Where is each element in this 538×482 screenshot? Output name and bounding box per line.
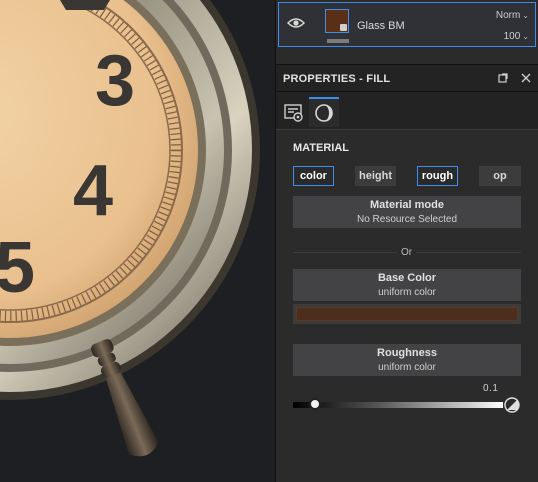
layer-row[interactable]: Glass BM Norm ⌄ 100 ⌄ <box>278 2 536 47</box>
close-icon[interactable] <box>518 70 534 86</box>
roughness-slider-track <box>293 402 503 408</box>
channel-color-button[interactable]: color <box>293 166 334 186</box>
settings-list-icon <box>284 104 303 122</box>
3d-viewport[interactable]: 3 4 5 <box>0 0 275 482</box>
roughness-slider-handle[interactable] <box>308 398 321 410</box>
chevron-down-icon: ⌄ <box>522 32 529 41</box>
opacity-value: 100 <box>503 31 521 42</box>
roughness-title: Roughness <box>377 347 437 359</box>
right-panel: Glass BM Norm⌄ 100⌄ PROPERTIES - FILL <box>275 0 538 482</box>
channel-height-button[interactable]: height <box>355 166 396 186</box>
layer-mask-bar <box>327 39 349 43</box>
blend-mode-value: Norm <box>495 10 521 21</box>
base-color-title: Base Color <box>377 272 437 284</box>
base-color-swatch[interactable] <box>293 304 521 324</box>
roughness-subtitle: uniform color <box>378 362 436 373</box>
material-mode-title: Material mode <box>370 199 444 211</box>
clock-render: 3 4 5 <box>0 0 260 457</box>
reset-value-icon[interactable] <box>504 397 520 413</box>
properties-title: PROPERTIES - FILL <box>283 73 391 85</box>
or-label: Or <box>397 247 417 258</box>
material-sphere-icon <box>315 104 333 122</box>
section-title-material: MATERIAL <box>293 142 350 154</box>
material-properties: MATERIAL color height rough op Material … <box>276 131 538 482</box>
svg-text:5: 5 <box>0 228 35 308</box>
material-mode-selector[interactable]: Material mode No Resource Selected <box>293 196 521 228</box>
material-mode-value: No Resource Selected <box>356 214 458 225</box>
properties-header: PROPERTIES - FILL <box>276 64 538 92</box>
layer-thumbnail[interactable] <box>325 9 349 33</box>
channel-rough-button[interactable]: rough <box>417 166 458 186</box>
base-color-subtitle: uniform color <box>378 287 436 298</box>
base-color-selector[interactable]: Base Color uniform color <box>293 269 521 301</box>
layer-name[interactable]: Glass BM <box>357 20 405 32</box>
blend-mode-dropdown[interactable]: Norm ⌄ <box>496 10 529 21</box>
undock-icon[interactable] <box>495 70 511 86</box>
svg-text:3: 3 <box>95 41 135 121</box>
properties-tabs <box>276 92 538 130</box>
opacity-dropdown[interactable]: 100 ⌄ <box>504 31 529 42</box>
tab-material[interactable] <box>309 97 339 127</box>
tab-fill-settings[interactable] <box>279 97 309 127</box>
svg-text:4: 4 <box>73 151 113 231</box>
visibility-eye-icon[interactable] <box>287 16 305 30</box>
roughness-value[interactable]: 0.1 <box>483 383 498 394</box>
roughness-slider[interactable] <box>293 398 505 412</box>
channel-op-button[interactable]: op <box>479 166 521 186</box>
roughness-selector[interactable]: Roughness uniform color <box>293 344 521 376</box>
base-color-fill <box>296 307 518 321</box>
chevron-down-icon: ⌄ <box>522 11 529 20</box>
